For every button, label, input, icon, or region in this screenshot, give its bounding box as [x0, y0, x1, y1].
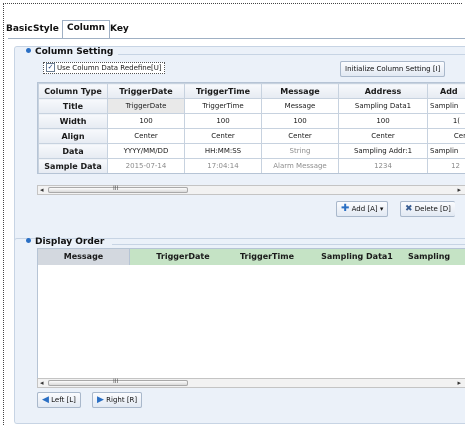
frame-left-border	[3, 3, 4, 425]
dropdown-arrow-icon[interactable]: ▾	[380, 205, 384, 213]
cell[interactable]: TriggerTime	[184, 98, 262, 114]
initialize-column-setting-button[interactable]: Initialize Column Setting [I]	[340, 61, 446, 77]
plus-icon: ✚	[341, 203, 350, 214]
display-order-grid: Message TriggerDate TriggerTime Sampling…	[37, 248, 465, 385]
cell[interactable]: Sampling Data1	[338, 98, 428, 114]
cell[interactable]: Cer	[427, 128, 465, 144]
display-col-sampling[interactable]: Sampling	[408, 249, 465, 265]
cell[interactable]: Center	[184, 128, 262, 144]
row-label-data: Data	[38, 143, 108, 159]
display-order-title: Display Order	[26, 237, 104, 247]
cell[interactable]: 100	[184, 113, 262, 129]
row-label-align: Align	[38, 128, 108, 144]
cell: 12	[427, 158, 465, 173]
cell[interactable]: 100	[107, 113, 185, 129]
row-label-title: Title	[38, 98, 108, 114]
cell[interactable]: Center	[338, 128, 428, 144]
scroll-right-arrow-icon[interactable]: ▸	[457, 379, 461, 387]
display-col-sampling-data1[interactable]: Sampling Data1	[312, 249, 402, 265]
scroll-left-arrow-icon[interactable]: ◂	[40, 379, 44, 387]
display-order-title-rule	[112, 244, 465, 245]
cell[interactable]: 100	[261, 113, 339, 129]
col-header-triggerdate[interactable]: TriggerDate	[107, 83, 185, 99]
cell[interactable]: Samplin	[427, 98, 465, 114]
table-row: Align Center Center Center Center Cer	[38, 128, 465, 144]
tab-column[interactable]: Column	[62, 20, 111, 38]
column-setting-grid: Column Type TriggerDate TriggerTime Mess…	[37, 82, 465, 174]
bullet-icon	[26, 48, 31, 53]
col-header-column-type[interactable]: Column Type	[38, 83, 108, 99]
use-column-redefine-checkbox[interactable]: ✓ Use Column Data Redefine[U]	[43, 62, 165, 74]
display-col-triggertime[interactable]: TriggerTime	[222, 249, 312, 265]
row-label-width: Width	[38, 113, 108, 129]
cell[interactable]: YYYY/MM/DD	[107, 143, 185, 159]
cell[interactable]: Sampling Addr:1	[338, 143, 428, 159]
scroll-right-arrow-icon[interactable]: ▸	[457, 186, 461, 194]
cell: 17:04:14	[184, 158, 262, 173]
scrollbar-thumb[interactable]: III	[48, 378, 188, 386]
cell[interactable]: 1(	[427, 113, 465, 129]
frame-top-border	[3, 3, 462, 4]
delete-button[interactable]: ✖ Delete [D]	[400, 201, 455, 217]
tab-style[interactable]: Style	[29, 22, 63, 38]
arrow-right-icon: ▶	[97, 395, 104, 405]
cell[interactable]: TriggerDate	[107, 98, 185, 114]
column-setting-title-rule	[118, 54, 465, 55]
col-header-add[interactable]: Add	[427, 83, 465, 99]
arrow-left-icon: ◀	[42, 395, 49, 405]
scroll-left-arrow-icon[interactable]: ◂	[40, 186, 44, 194]
cell[interactable]: Center	[107, 128, 185, 144]
cell: 1234	[338, 158, 428, 173]
col-header-message[interactable]: Message	[261, 83, 339, 99]
tab-key[interactable]: Key	[106, 22, 133, 38]
table-row: Width 100 100 100 100 1(	[38, 113, 465, 129]
bullet-icon	[26, 238, 31, 243]
tab-underline	[8, 38, 465, 39]
grid-header-row: Column Type TriggerDate TriggerTime Mess…	[38, 83, 465, 99]
table-row: Title TriggerDate TriggerTime Message Sa…	[38, 98, 465, 114]
move-left-button[interactable]: ◀ Left [L]	[37, 392, 81, 408]
column-setting-title: Column Setting	[26, 47, 113, 57]
column-grid-hscrollbar[interactable]: ◂ III ▸	[37, 185, 465, 195]
scrollbar-thumb[interactable]: III	[48, 185, 188, 193]
cell[interactable]: HH:MM:SS	[184, 143, 262, 159]
delete-x-icon: ✖	[405, 204, 413, 214]
display-order-header-row: Message TriggerDate TriggerTime Sampling…	[38, 249, 465, 265]
cell[interactable]: 100	[338, 113, 428, 129]
cell[interactable]: String	[261, 143, 339, 159]
move-right-button[interactable]: ▶ Right [R]	[92, 392, 143, 408]
col-header-triggertime[interactable]: TriggerTime	[184, 83, 262, 99]
cell: Alarm Message	[261, 158, 339, 173]
col-header-address[interactable]: Address	[338, 83, 428, 99]
display-col-triggerdate[interactable]: TriggerDate	[138, 249, 228, 265]
tab-bar: Basic Style Column Key	[6, 20, 465, 38]
row-label-sample-data: Sample Data	[38, 158, 108, 173]
cell: 2015-07-14	[107, 158, 185, 173]
cell[interactable]: Center	[261, 128, 339, 144]
cell[interactable]: Samplin	[427, 143, 465, 159]
checkbox-checked-icon[interactable]: ✓	[46, 62, 55, 72]
table-row: Data YYYY/MM/DD HH:MM:SS String Sampling…	[38, 143, 465, 159]
display-grid-hscrollbar[interactable]: ◂ III ▸	[37, 378, 465, 388]
add-button[interactable]: ✚ Add [A] ▾	[336, 201, 389, 217]
display-col-message[interactable]: Message	[38, 249, 130, 265]
cell[interactable]: Message	[261, 98, 339, 114]
table-row: Sample Data 2015-07-14 17:04:14 Alarm Me…	[38, 158, 465, 173]
